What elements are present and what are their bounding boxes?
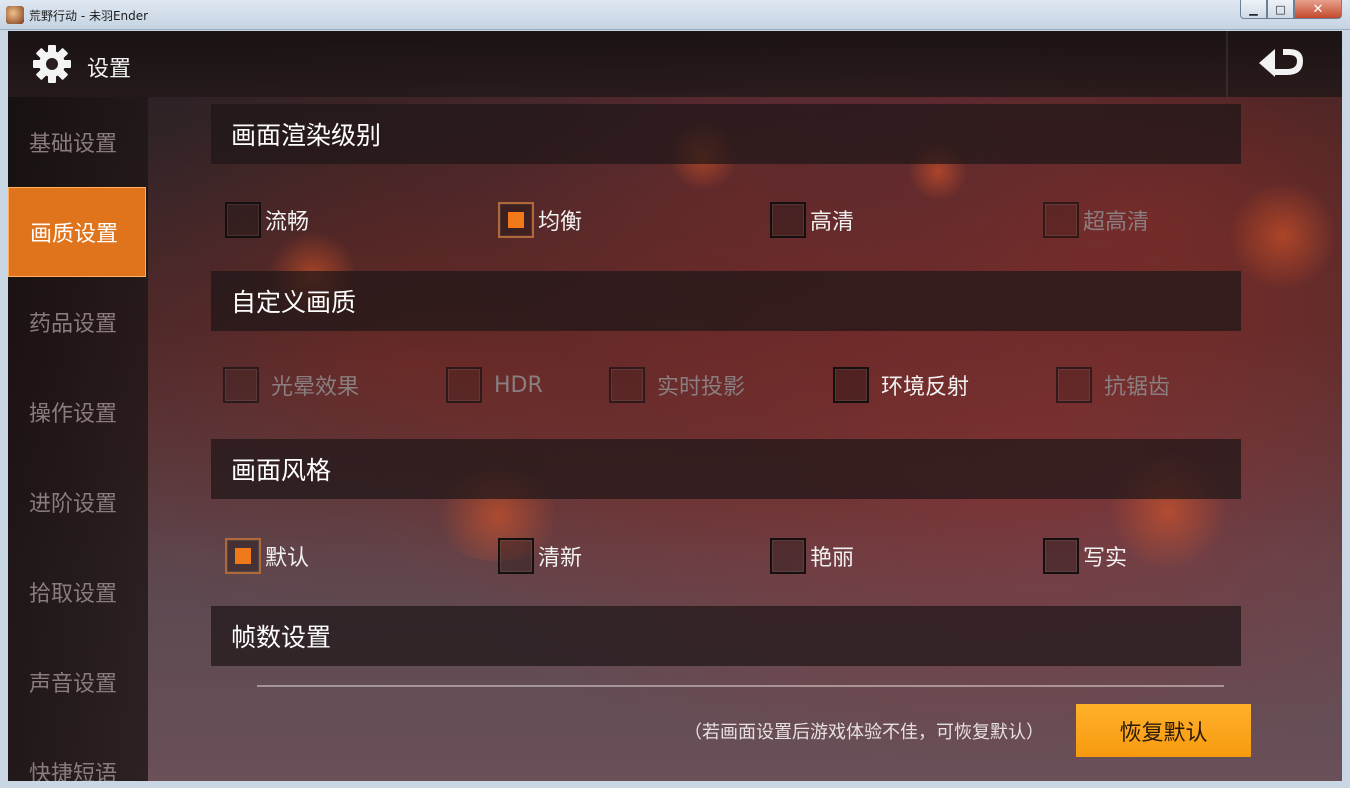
sidebar-item-sound[interactable]: 声音设置 <box>8 637 146 727</box>
checkbox[interactable] <box>833 367 869 403</box>
option-label: 流畅 <box>265 210 310 235</box>
minimize-button[interactable]: ▁ <box>1240 0 1267 19</box>
option-label: 默认 <box>265 546 310 571</box>
option-label: 高清 <box>810 210 855 235</box>
option-label: 清新 <box>538 546 583 571</box>
back-arrow-icon[interactable] <box>1253 39 1309 87</box>
option-realistic-style[interactable]: 写实 <box>1043 537 1127 575</box>
option-smooth[interactable]: 流畅 <box>225 201 309 239</box>
checkbox[interactable] <box>770 202 806 238</box>
sidebar-item-quick-phrases[interactable]: 快捷短语 <box>8 727 146 781</box>
settings-header: 设置 <box>8 31 1342 97</box>
gear-icon <box>33 45 71 83</box>
option-label: 写实 <box>1083 546 1128 571</box>
check-mark-icon <box>508 212 524 228</box>
section-title-custom-quality: 自定义画质 <box>211 271 1241 331</box>
option-label: 超高清 <box>1083 210 1150 235</box>
header-divider <box>1226 31 1228 97</box>
background-lantern <box>1228 181 1338 291</box>
check-mark-icon <box>235 548 251 564</box>
sidebar-item-advanced[interactable]: 进阶设置 <box>8 457 146 547</box>
checkbox[interactable] <box>1043 538 1079 574</box>
option-label: HDR <box>494 372 543 398</box>
checkbox[interactable] <box>225 202 261 238</box>
settings-screen: 设置 基础设置 画质设置 药品设置 操作设置 进阶设置 拾取设置 声音设置 快捷… <box>8 31 1342 781</box>
checkbox[interactable] <box>1043 202 1079 238</box>
option-vivid-style[interactable]: 艳丽 <box>770 537 854 575</box>
option-bloom[interactable]: 光晕效果 <box>223 366 359 404</box>
checkbox[interactable] <box>498 538 534 574</box>
checkbox[interactable] <box>223 367 259 403</box>
sidebar-item-basic[interactable]: 基础设置 <box>8 97 146 187</box>
checkbox[interactable] <box>446 367 482 403</box>
option-fresh-style[interactable]: 清新 <box>498 537 582 575</box>
option-label: 抗锯齿 <box>1104 375 1171 400</box>
checkbox[interactable] <box>1056 367 1092 403</box>
sidebar-item-graphics[interactable]: 画质设置 <box>8 187 146 277</box>
option-hd[interactable]: 高清 <box>770 201 854 239</box>
checkbox[interactable] <box>498 202 534 238</box>
option-label: 均衡 <box>538 210 583 235</box>
restore-default-button[interactable]: 恢复默认 <box>1076 704 1251 757</box>
checkbox[interactable] <box>225 538 261 574</box>
section-title-render-level: 画面渲染级别 <box>211 104 1241 164</box>
option-label: 艳丽 <box>810 546 855 571</box>
window-title: 荒野行动 - 未羽Ender <box>29 9 149 23</box>
option-hdr[interactable]: HDR <box>446 366 543 404</box>
app-icon <box>6 6 24 24</box>
option-label: 实时投影 <box>657 375 746 400</box>
sidebar-item-medicine[interactable]: 药品设置 <box>8 277 146 367</box>
maximize-button[interactable]: □ <box>1267 0 1294 19</box>
option-antialiasing[interactable]: 抗锯齿 <box>1056 366 1170 404</box>
sidebar-item-pickup[interactable]: 拾取设置 <box>8 547 146 637</box>
close-button[interactable]: ✕ <box>1294 0 1342 19</box>
section-title-framerate: 帧数设置 <box>211 606 1241 666</box>
page-title: 设置 <box>87 57 132 82</box>
checkbox[interactable] <box>770 538 806 574</box>
sidebar-item-controls[interactable]: 操作设置 <box>8 367 146 457</box>
checkbox[interactable] <box>609 367 645 403</box>
settings-sidebar: 基础设置 画质设置 药品设置 操作设置 进阶设置 拾取设置 声音设置 快捷短语 <box>8 97 148 781</box>
window-titlebar: 荒野行动 - 未羽Ender ▁ □ ✕ <box>0 0 1350 30</box>
option-env-reflection[interactable]: 环境反射 <box>833 366 969 404</box>
option-ultra-hd[interactable]: 超高清 <box>1043 201 1149 239</box>
option-balanced[interactable]: 均衡 <box>498 201 582 239</box>
option-label: 环境反射 <box>881 375 970 400</box>
footer-divider <box>257 685 1224 687</box>
option-realtime-shadow[interactable]: 实时投影 <box>609 366 745 404</box>
option-default-style[interactable]: 默认 <box>225 537 309 575</box>
section-title-style: 画面风格 <box>211 439 1241 499</box>
restore-hint: （若画面设置后游戏体验不佳，可恢复默认） <box>684 722 1044 743</box>
option-label: 光晕效果 <box>271 375 360 400</box>
window-controls: ▁ □ ✕ <box>1240 0 1342 19</box>
